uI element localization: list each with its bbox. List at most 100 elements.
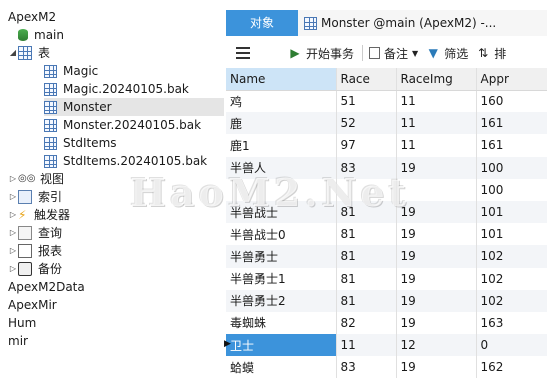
table-row[interactable]: 半兽勇士1 81 19 102 (226, 267, 547, 290)
tree-item[interactable]: ApexMir (8, 296, 224, 314)
tree-item[interactable]: ▷ 报表 (8, 242, 224, 260)
tree-item[interactable]: Monster (44, 98, 224, 116)
table-cell[interactable]: 鹿1 (226, 134, 337, 157)
table-cell[interactable]: 半兽勇士 (226, 245, 337, 268)
tree-item[interactable]: Hum (8, 314, 224, 332)
table-row[interactable]: 卫士 11 12 0 (226, 334, 547, 357)
table-cell[interactable]: 51 (336, 90, 397, 113)
table-row[interactable]: 半兽战士0 81 19 101 (226, 223, 547, 246)
table-cell[interactable]: 163 (476, 311, 547, 335)
table-cell[interactable] (226, 178, 337, 201)
table-cell[interactable]: 11 (396, 112, 477, 135)
table-cell[interactable]: 83 (336, 356, 397, 379)
table-cell[interactable]: 100 (476, 178, 547, 201)
table-cell[interactable]: 蛤蟆 (226, 356, 337, 379)
table-cell[interactable]: 81 (336, 289, 397, 312)
tree-item[interactable]: StdItems.20240105.bak (44, 152, 224, 170)
table-cell[interactable]: 11 (396, 134, 477, 157)
table-cell[interactable]: 0 (476, 334, 547, 357)
table-cell[interactable]: 81 (336, 223, 397, 246)
tree-item[interactable]: main (8, 26, 224, 44)
table-cell[interactable]: 160 (476, 90, 547, 113)
tree-item[interactable]: ApexM2 (8, 8, 224, 26)
table-row[interactable]: 鹿 52 11 161 (226, 112, 547, 135)
table-cell[interactable]: 102 (476, 245, 547, 268)
collapsed-arrow-icon[interactable]: ▷ (8, 224, 18, 242)
table-cell[interactable]: 83 (336, 156, 397, 179)
tree-item[interactable]: ▷ 索引 (8, 188, 224, 206)
table-cell[interactable]: 102 (476, 289, 547, 312)
table-row[interactable]: 鹿1 97 11 161 (226, 134, 547, 157)
collapsed-arrow-icon[interactable]: ▷ (8, 170, 18, 188)
begin-transaction-button[interactable]: ▶ 开始事务 (288, 45, 354, 62)
table-row[interactable]: 毒蜘蛛 82 19 163 (226, 311, 547, 335)
table-cell[interactable]: 毒蜘蛛 (226, 311, 337, 335)
table-cell[interactable]: 卫士 (226, 334, 337, 357)
filter-button[interactable]: ▼ 筛选 (426, 45, 469, 62)
table-cell[interactable]: 97 (336, 134, 397, 157)
table-cell[interactable]: 12 (396, 334, 477, 357)
sort-button[interactable]: ⇅ 排 (476, 45, 506, 62)
table-cell[interactable] (336, 178, 397, 201)
tree-item[interactable]: ◢ 表 (8, 44, 224, 62)
tree-item[interactable]: mir (8, 332, 224, 350)
column-header-raceimg[interactable]: RaceImg (396, 68, 477, 91)
table-cell[interactable]: 19 (396, 200, 477, 224)
tree-item[interactable]: ▷ 查询 (8, 224, 224, 242)
table-cell[interactable]: 11 (396, 90, 477, 113)
table-cell[interactable]: 162 (476, 356, 547, 379)
tree-item[interactable]: Monster.20240105.bak (44, 116, 224, 134)
menu-icon[interactable] (236, 47, 250, 59)
collapsed-arrow-icon[interactable]: ▷ (8, 260, 18, 278)
table-cell[interactable]: 19 (396, 267, 477, 290)
expanded-arrow-icon[interactable]: ◢ (8, 44, 18, 62)
table-cell[interactable]: 半兽战士 (226, 200, 337, 224)
table-cell[interactable]: 半兽勇士1 (226, 267, 337, 290)
table-row[interactable]: 半兽勇士2 81 19 102 (226, 289, 547, 312)
table-cell[interactable]: 19 (396, 223, 477, 246)
table-cell[interactable]: 161 (476, 112, 547, 135)
table-row[interactable]: 半兽战士 81 19 101 (226, 200, 547, 224)
table-cell[interactable]: 19 (396, 245, 477, 268)
note-button[interactable]: 备注 ▼ (369, 45, 418, 62)
column-header-name[interactable]: Name (226, 68, 337, 91)
table-row[interactable]: 鸡 51 11 160 (226, 90, 547, 113)
tree-item[interactable]: Magic (44, 62, 224, 80)
tab-objects[interactable]: 对象 (226, 10, 298, 36)
table-cell[interactable]: 52 (336, 112, 397, 135)
table-cell[interactable]: 半兽勇士2 (226, 289, 337, 312)
table-cell[interactable]: 11 (336, 334, 397, 357)
collapsed-arrow-icon[interactable]: ▷ (8, 188, 18, 206)
column-header-race[interactable]: Race (336, 68, 397, 91)
table-cell[interactable]: 半兽战士0 (226, 223, 337, 246)
column-header-appr[interactable]: Appr (476, 68, 547, 91)
table-cell[interactable]: 19 (396, 156, 477, 179)
tree-item[interactable]: ▷ ⚡ 触发器 (8, 206, 224, 224)
table-row[interactable]: 半兽勇士 81 19 102 (226, 245, 547, 268)
tree-item[interactable]: ▷ ◎◎ 视图 (8, 170, 224, 188)
table-cell[interactable]: 101 (476, 200, 547, 224)
table-cell[interactable]: 鸡 (226, 90, 337, 113)
collapsed-arrow-icon[interactable]: ▷ (8, 206, 18, 224)
tree-item[interactable]: StdItems (44, 134, 224, 152)
table-cell[interactable]: 81 (336, 245, 397, 268)
table-cell[interactable]: 19 (396, 356, 477, 379)
table-cell[interactable]: 81 (336, 267, 397, 290)
table-cell[interactable]: 19 (396, 289, 477, 312)
table-cell[interactable]: 101 (476, 223, 547, 246)
table-cell[interactable]: 100 (476, 156, 547, 179)
tab-monster-table[interactable]: Monster @main (ApexM2) -... (298, 10, 547, 36)
table-cell[interactable]: 102 (476, 267, 547, 290)
table-cell[interactable]: 82 (336, 311, 397, 335)
table-cell[interactable]: 19 (396, 311, 477, 335)
table-row[interactable]: 半兽人 83 19 100 (226, 156, 547, 179)
table-cell[interactable]: 鹿 (226, 112, 337, 135)
collapsed-arrow-icon[interactable]: ▷ (8, 242, 18, 260)
table-cell[interactable] (396, 178, 477, 201)
table-cell[interactable]: 半兽人 (226, 156, 337, 179)
tree-item[interactable]: ApexM2Data (8, 278, 224, 296)
tree-item[interactable]: ▷ 备份 (8, 260, 224, 278)
chevron-down-icon[interactable]: ▼ (412, 49, 418, 58)
table-row[interactable]: 蛤蟆 83 19 162 (226, 356, 547, 379)
tree-item[interactable]: Magic.20240105.bak (44, 80, 224, 98)
